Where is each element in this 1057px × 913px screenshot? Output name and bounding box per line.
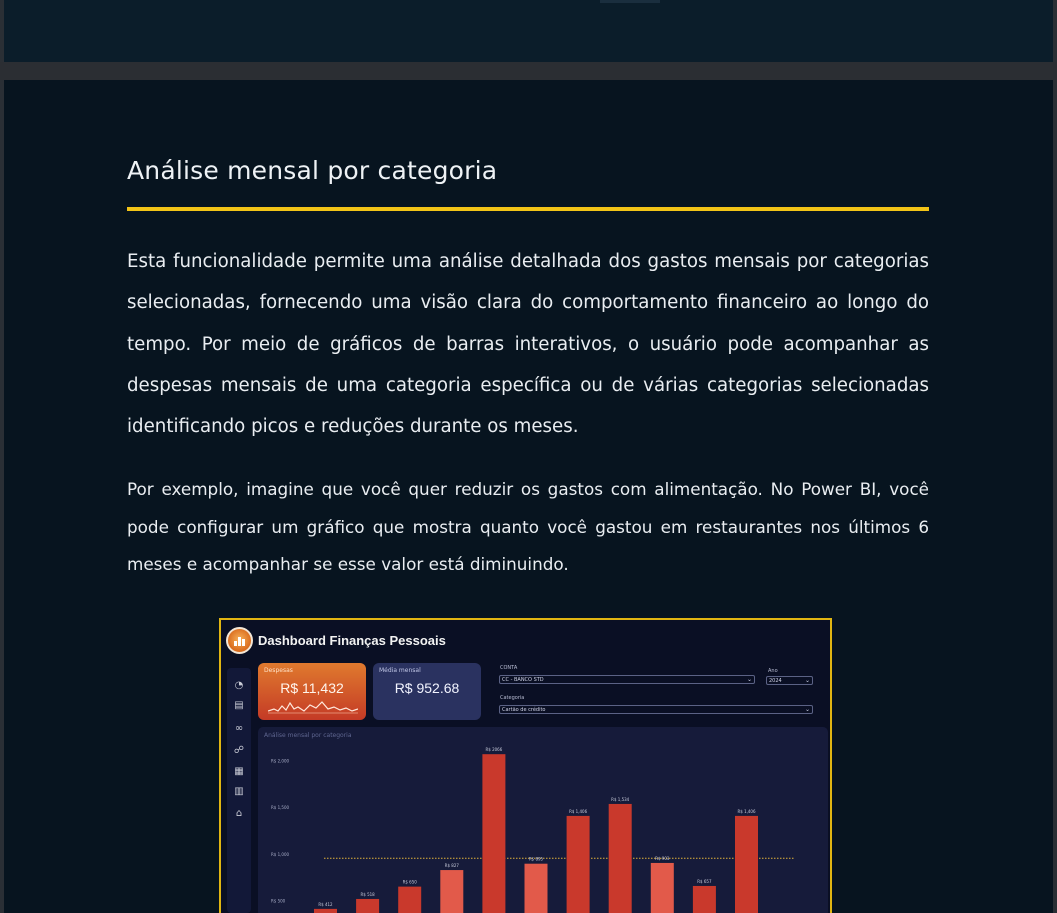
chevron-down-icon: ⌄ xyxy=(804,677,810,684)
bar[interactable] xyxy=(356,898,380,913)
section-divider xyxy=(0,62,1057,80)
category-filter-label: Categoria xyxy=(500,695,525,701)
bar-data-label: R$ 1,534 xyxy=(611,797,630,802)
year-filter-label: Ano xyxy=(768,668,778,674)
top-notch xyxy=(600,0,660,3)
year-select-value: 2024 xyxy=(769,678,782,684)
section-heading: Análise mensal por categoria xyxy=(127,156,498,185)
y-tick-label: R$ 2,000 xyxy=(271,758,290,763)
kpi-expenses-value: R$ 11,432 xyxy=(280,680,344,696)
intro-paragraph: Esta funcionalidade permite uma análise … xyxy=(127,251,929,438)
heading-underline xyxy=(127,207,929,211)
bar[interactable] xyxy=(608,803,632,913)
chevron-down-icon: ⌄ xyxy=(746,676,752,683)
kpi-average-label: Média mensal xyxy=(379,667,421,674)
bar-data-label: R$ 827 xyxy=(445,863,460,868)
dashboard-nav: ◔ ▤ ∞ ☍ ▦ ▥ ⌂ xyxy=(227,668,251,913)
kpi-average-value: R$ 952.68 xyxy=(394,680,460,696)
bar[interactable] xyxy=(692,885,716,913)
account-select[interactable]: CC - BANCO STD ⌄ xyxy=(499,675,755,684)
window-edge-left xyxy=(0,0,4,62)
bar-data-label: R$ 1,406 xyxy=(569,809,588,814)
bar[interactable] xyxy=(566,815,590,913)
bar-data-label: R$ 657 xyxy=(697,879,712,884)
previous-page-section xyxy=(0,0,1057,62)
bar-data-label: R$ 518 xyxy=(360,892,375,897)
pie-chart-icon[interactable]: ◔ xyxy=(233,680,245,692)
dashboard-title: Dashboard Finanças Pessoais xyxy=(258,633,446,648)
page-border-right xyxy=(1053,80,1057,913)
kpi-expenses-card: Despesas R$ 11,432 xyxy=(258,663,366,720)
bar[interactable] xyxy=(735,815,758,913)
bar-data-label: R$ 895 xyxy=(529,857,544,862)
bar[interactable] xyxy=(398,886,422,913)
y-tick-label: R$ 500 xyxy=(271,899,286,904)
bar[interactable] xyxy=(650,862,674,913)
window-edge-right xyxy=(1053,0,1057,62)
account-filter-label: CONTA xyxy=(500,665,518,671)
kpi-expenses-label: Despesas xyxy=(264,667,293,674)
bank-icon[interactable]: ⌂ xyxy=(233,808,245,820)
monthly-bar-chart: R$ 2,000 R$ 1,500 R$ 1,000 R$ 500 R$ 412 R$ 5… xyxy=(271,747,794,913)
bar[interactable] xyxy=(440,870,464,913)
group-icon[interactable]: ☍ xyxy=(233,745,245,757)
table-icon[interactable]: ▥ xyxy=(233,786,245,798)
account-select-value: CC - BANCO STD xyxy=(502,677,544,683)
bar-data-label: R$ 2066 xyxy=(486,747,503,752)
calendar-icon[interactable]: ▦ xyxy=(233,766,245,778)
year-select[interactable]: 2024 ⌄ xyxy=(766,676,813,685)
y-tick-label: R$ 1,000 xyxy=(271,852,290,857)
category-select[interactable]: Cartão de crédito ⌄ xyxy=(499,705,813,714)
chevron-down-icon: ⌄ xyxy=(804,706,810,713)
bar-data-label: R$ 903 xyxy=(655,856,670,861)
dashboard-logo xyxy=(226,627,253,654)
y-tick-label: R$ 1,500 xyxy=(271,805,290,810)
sparkline-icon xyxy=(268,701,358,714)
kpi-average-card: Média mensal R$ 952.68 xyxy=(373,663,481,720)
bar[interactable] xyxy=(314,908,337,913)
bar[interactable] xyxy=(524,863,548,913)
bar-data-label: R$ 412 xyxy=(318,902,333,907)
example-paragraph: Por exemplo, imagine que você quer reduz… xyxy=(127,479,929,574)
dashboard-screenshot: Dashboard Finanças Pessoais ◔ ▤ ∞ ☍ ▦ ▥ … xyxy=(219,618,832,913)
category-select-value: Cartão de crédito xyxy=(502,707,546,713)
document-icon[interactable]: ▤ xyxy=(233,700,245,712)
bar-chart-icon xyxy=(234,636,246,646)
bar-data-label: R$ 1,406 xyxy=(737,809,756,814)
bar-data-label: R$ 650 xyxy=(403,880,418,885)
link-icon[interactable]: ∞ xyxy=(233,723,245,735)
monthly-category-chart-panel: Análise mensal por categoria R$ 2,000 R$ … xyxy=(258,727,828,913)
bar[interactable] xyxy=(482,754,506,913)
